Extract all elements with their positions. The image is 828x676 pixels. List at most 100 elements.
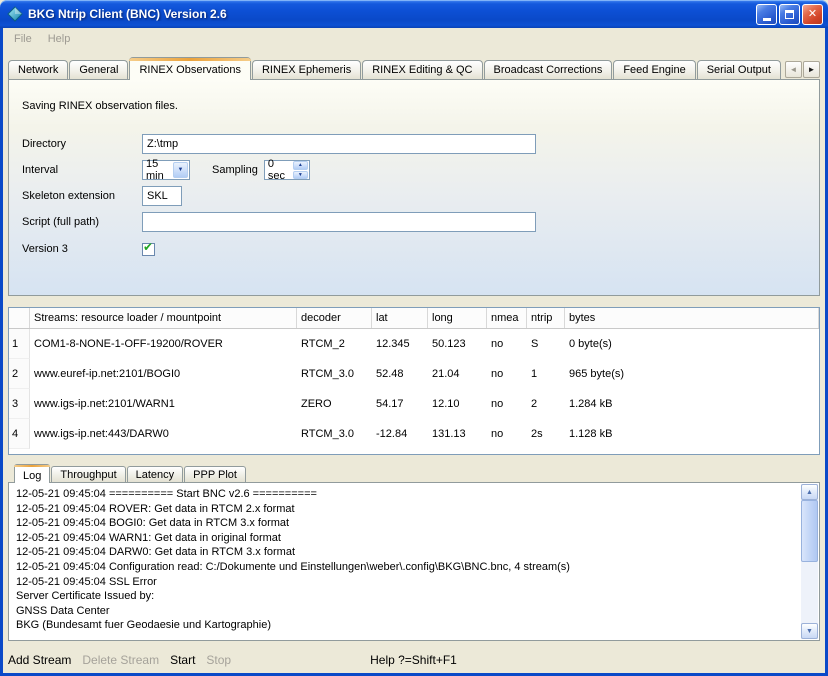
cell-long: 50.123: [428, 329, 487, 359]
tab-bar: NetworkGeneralRINEX ObservationsRINEX Ep…: [8, 57, 820, 80]
tab-ppp-plot[interactable]: PPP Plot: [184, 466, 246, 482]
cell-long: 21.04: [428, 359, 487, 389]
directory-input[interactable]: [142, 134, 536, 154]
tab-latency[interactable]: Latency: [127, 466, 184, 482]
row-number: 3: [9, 389, 30, 419]
stop-button: Stop: [206, 653, 231, 667]
log-line: Server Certificate Issued by:: [16, 589, 795, 604]
cell-mountpoint: www.euref-ip.net:2101/BOGI0: [30, 359, 297, 389]
script-row: Script (full path): [22, 212, 806, 232]
minimize-icon: [763, 18, 771, 21]
column-header-nmea[interactable]: nmea: [487, 308, 527, 328]
log-line: 12-05-21 09:45:04 SSL Error: [16, 575, 795, 590]
row-number: 2: [9, 359, 30, 389]
tab-serial-output[interactable]: Serial Output: [697, 60, 781, 79]
tab-broadcast-corrections[interactable]: Broadcast Corrections: [484, 60, 613, 79]
table-corner: [9, 308, 30, 328]
version3-checkbox[interactable]: ✔: [142, 243, 155, 256]
cell-mountpoint: www.igs-ip.net:2101/WARN1: [30, 389, 297, 419]
cell-lat: 52.48: [372, 359, 428, 389]
column-header-decoder[interactable]: decoder: [297, 308, 372, 328]
delete-stream-button: Delete Stream: [82, 653, 159, 667]
cell-bytes: 1.284 kB: [565, 389, 819, 419]
checkmark-icon: ✔: [143, 240, 153, 254]
table-row[interactable]: 3www.igs-ip.net:2101/WARN1ZERO54.1712.10…: [9, 389, 819, 419]
minimize-button[interactable]: [756, 4, 777, 25]
tab-rinex-editing-qc[interactable]: RINEX Editing & QC: [362, 60, 482, 79]
tab-rinex-ephemeris[interactable]: RINEX Ephemeris: [252, 60, 361, 79]
tab-feed-engine[interactable]: Feed Engine: [613, 60, 695, 79]
row-number: 1: [9, 329, 30, 359]
log-line: GNSS Data Center: [16, 604, 795, 619]
interval-row: Interval 15 min ▼ Sampling 0 sec ▲ ▼: [22, 160, 806, 180]
stream-action-buttons: Add Stream Delete Stream Start Stop: [8, 653, 242, 667]
tab-strip: NetworkGeneralRINEX ObservationsRINEX Ep…: [8, 57, 782, 80]
interval-dropdown-button[interactable]: ▼: [173, 162, 188, 178]
title-bar[interactable]: BKG Ntrip Client (BNC) Version 2.6 ✕: [0, 0, 828, 28]
cell-mountpoint: COM1-8-NONE-1-OFF-19200/ROVER: [30, 329, 297, 359]
start-button[interactable]: Start: [170, 653, 195, 667]
directory-label: Directory: [22, 138, 142, 150]
log-scrollbar[interactable]: ▲ ▼: [801, 484, 818, 639]
spinner-up-button[interactable]: ▲: [293, 161, 308, 170]
window-controls: ✕: [756, 4, 823, 25]
log-line: 12-05-21 09:45:04 BOGI0: Get data in RTC…: [16, 516, 795, 531]
sampling-spinner[interactable]: 0 sec ▲ ▼: [264, 160, 310, 180]
tab-general[interactable]: General: [69, 60, 128, 79]
tab-scroll-left-button[interactable]: ◄: [785, 61, 802, 78]
log-line: 12-05-21 09:45:04 DARW0: Get data in RTC…: [16, 545, 795, 560]
scroll-left-icon: ◄: [790, 65, 798, 74]
log-line: 12-05-21 09:45:04 WARN1: Get data in ori…: [16, 531, 795, 546]
column-header-long[interactable]: long: [428, 308, 487, 328]
panel-description: Saving RINEX observation files.: [22, 100, 178, 112]
help-shortcut-label: Help ?=Shift+F1: [370, 653, 457, 667]
table-row[interactable]: 1COM1-8-NONE-1-OFF-19200/ROVERRTCM_212.3…: [9, 329, 819, 359]
window-title: BKG Ntrip Client (BNC) Version 2.6: [28, 7, 756, 21]
scrollbar-thumb[interactable]: [801, 500, 818, 562]
sampling-value: 0 sec: [265, 158, 292, 182]
streams-table-body: 1COM1-8-NONE-1-OFF-19200/ROVERRTCM_212.3…: [9, 329, 819, 449]
scrollbar-track[interactable]: [801, 500, 818, 623]
column-header-streams[interactable]: Streams: resource loader / mountpoint: [30, 308, 297, 328]
script-input[interactable]: [142, 212, 536, 232]
table-row[interactable]: 2www.euref-ip.net:2101/BOGI0RTCM_3.052.4…: [9, 359, 819, 389]
row-number: 4: [9, 419, 30, 449]
skeleton-extension-input[interactable]: [142, 186, 182, 206]
cell-bytes: 1.128 kB: [565, 419, 819, 449]
cell-ntrip: S: [527, 329, 565, 359]
cell-ntrip: 2: [527, 389, 565, 419]
bottom-tab-bar: LogThroughputLatencyPPP Plot: [8, 464, 820, 483]
scrollbar-up-button[interactable]: ▲: [801, 484, 818, 500]
column-header-lat[interactable]: lat: [372, 308, 428, 328]
column-header-ntrip[interactable]: ntrip: [527, 308, 565, 328]
log-panel: 12-05-21 09:45:04 ========== Start BNC v…: [8, 482, 820, 641]
version3-label: Version 3: [22, 243, 142, 255]
cell-nmea: no: [487, 389, 527, 419]
log-line: 12-05-21 09:45:04 Configuration read: C:…: [16, 560, 795, 575]
maximize-button[interactable]: [779, 4, 800, 25]
close-button[interactable]: ✕: [802, 4, 823, 25]
tab-scroll-right-button[interactable]: ►: [803, 61, 820, 78]
menu-help[interactable]: Help: [40, 30, 79, 48]
scroll-down-icon: ▼: [806, 628, 813, 635]
cell-lat: 12.345: [372, 329, 428, 359]
table-row[interactable]: 4www.igs-ip.net:443/DARW0RTCM_3.0-12.841…: [9, 419, 819, 449]
cell-decoder: RTCM_2: [297, 329, 372, 359]
tab-log[interactable]: Log: [14, 464, 50, 483]
app-icon: [7, 6, 23, 22]
tab-rinex-observations[interactable]: RINEX Observations: [129, 57, 250, 80]
interval-label: Interval: [22, 164, 142, 176]
arrow-down-icon: ▼: [298, 172, 303, 178]
cell-decoder: RTCM_3.0: [297, 359, 372, 389]
version3-row: Version 3 ✔: [22, 239, 806, 259]
tab-throughput[interactable]: Throughput: [51, 466, 125, 482]
tab-network[interactable]: Network: [8, 60, 68, 79]
column-header-bytes[interactable]: bytes: [565, 308, 819, 328]
cell-nmea: no: [487, 329, 527, 359]
add-stream-button[interactable]: Add Stream: [8, 653, 71, 667]
cell-decoder: RTCM_3.0: [297, 419, 372, 449]
menu-file[interactable]: File: [6, 30, 40, 48]
interval-select[interactable]: 15 min ▼: [142, 160, 190, 180]
spinner-down-button[interactable]: ▼: [293, 171, 308, 180]
scrollbar-down-button[interactable]: ▼: [801, 623, 818, 639]
